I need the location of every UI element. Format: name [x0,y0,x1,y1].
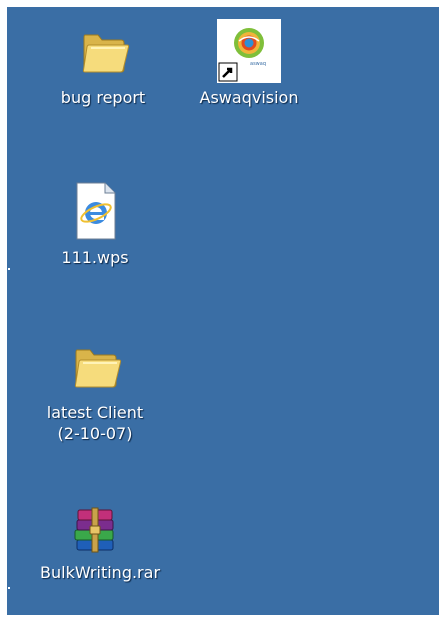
winrar-archive-icon [63,494,127,558]
desktop-icon-bulkwriting-rar[interactable]: BulkWriting.rar [40,494,161,583]
edge-artifact [8,268,10,270]
desktop-icon-latest-client[interactable]: latest Client (2-10-07) [40,334,150,444]
screenshot-frame: bug report aswaq Aswaqvision 111.wps lat… [0,0,446,622]
ie-document-icon [63,179,127,243]
icon-label: BulkWriting.rar [40,563,161,582]
desktop-icon-bug-report[interactable]: bug report [48,19,158,108]
folder-icon [71,19,135,83]
folder-icon [63,334,127,398]
desktop: bug report aswaq Aswaqvision 111.wps lat… [7,7,439,615]
desktop-icon-111-wps[interactable]: 111.wps [40,179,150,268]
icon-label: bug report [60,88,146,107]
svg-text:aswaq: aswaq [250,61,266,67]
icon-label: 111.wps [61,248,129,267]
icon-label: Aswaqvision [199,88,299,107]
edge-artifact [8,587,10,589]
desktop-icon-aswaqvision[interactable]: aswaq Aswaqvision [194,19,304,108]
icon-label: latest Client (2-10-07) [46,403,144,443]
aswaqvision-shortcut-icon: aswaq [217,19,281,83]
